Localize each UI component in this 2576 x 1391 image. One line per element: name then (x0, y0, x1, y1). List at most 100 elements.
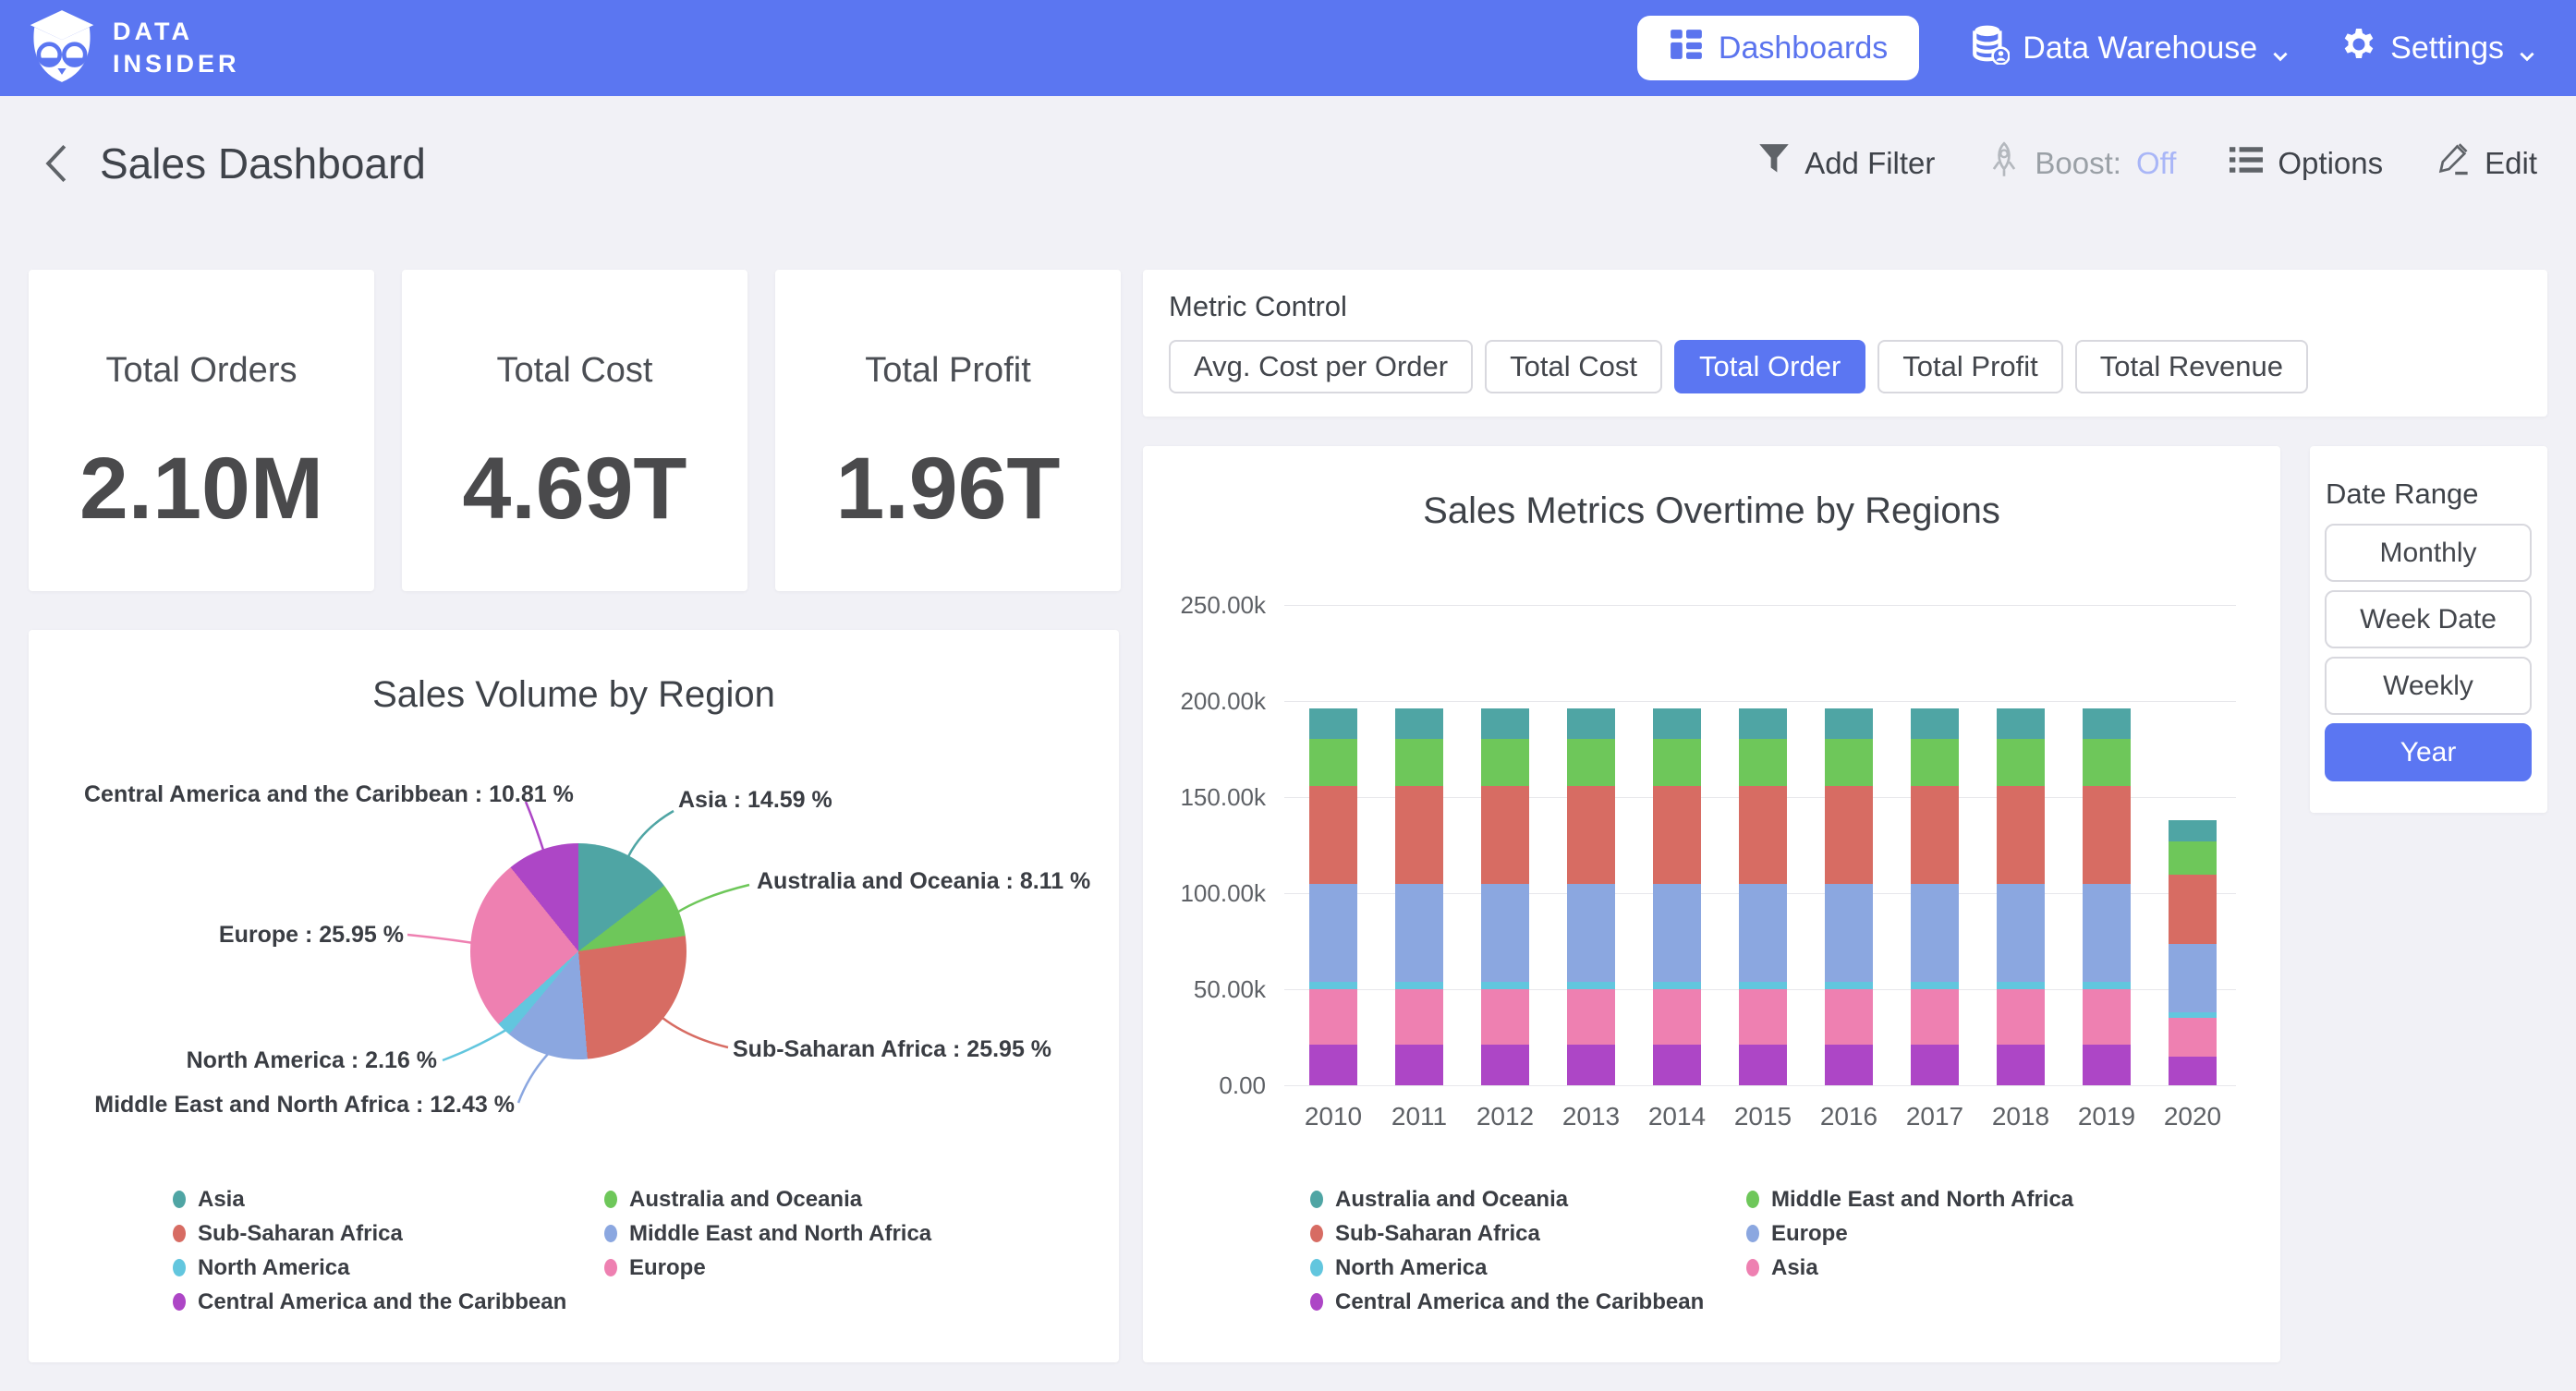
legend-item[interactable]: Australia and Oceania (604, 1182, 931, 1216)
legend-item[interactable]: Middle East and North Africa (1746, 1182, 2073, 1216)
kpi-card-total-cost: Total Cost 4.69T (402, 270, 747, 591)
y-axis-tick: 50.00k (1143, 975, 1266, 1004)
legend-item[interactable]: Sub-Saharan Africa (1310, 1216, 1704, 1251)
x-axis-tick: 2017 (1892, 1102, 1977, 1131)
bar-segment (1653, 786, 1701, 884)
bar-segment (1653, 708, 1701, 739)
legend-item[interactable]: Central America and the Caribbean (173, 1285, 566, 1319)
pie-chart-card: Sales Volume by Region Asia : 14.59 % Au… (29, 630, 1119, 1362)
edit-button[interactable]: Edit (2436, 142, 2537, 185)
bar-segment (1481, 989, 1529, 1044)
bar-segment (1309, 982, 1357, 990)
bar-chart-card: Sales Metrics Overtime by Regions 250.00… (1143, 446, 2280, 1362)
legend-item[interactable]: Asia (173, 1182, 566, 1216)
nav-dashboards[interactable]: Dashboards (1637, 16, 1919, 80)
list-icon (2230, 145, 2263, 182)
legend-item[interactable]: Europe (1746, 1216, 2073, 1251)
y-axis-tick: 250.00k (1143, 591, 1266, 620)
pie-chart (470, 843, 687, 1059)
kpi-card-total-orders: Total Orders 2.10M (29, 270, 374, 591)
bar-segment (1481, 708, 1529, 739)
metric-button-total-order[interactable]: Total Order (1674, 340, 1865, 393)
legend-item[interactable]: North America (173, 1251, 566, 1285)
boost-toggle[interactable]: Boost: Off (1988, 141, 2176, 186)
bar-segment (1395, 786, 1443, 884)
date-range-week-date[interactable]: Week Date (2325, 590, 2532, 648)
bar-segment (1825, 982, 1873, 990)
bar-segment (2083, 739, 2131, 786)
legend-item[interactable]: Middle East and North Africa (604, 1216, 931, 1251)
dashboard-grid-icon (1669, 27, 1704, 70)
chevron-left-icon (43, 143, 70, 184)
bar-chart-title: Sales Metrics Overtime by Regions (1143, 490, 2280, 532)
pie-label-australia-oceania: Australia and Oceania : 8.11 % (757, 868, 1090, 895)
legend-dot-icon (1746, 1191, 1759, 1208)
kpi-value: 1.96T (836, 439, 1061, 539)
pie-chart-title: Sales Volume by Region (29, 674, 1119, 716)
bar-segment (1567, 708, 1615, 739)
database-icon (1971, 24, 2010, 73)
nav-data-warehouse[interactable]: Data Warehouse (1971, 24, 2289, 73)
bar-segment (1653, 982, 1701, 990)
nav-settings[interactable]: Settings (2340, 26, 2535, 71)
kpi-label: Total Cost (497, 351, 653, 391)
bar-2018 (1997, 708, 2045, 1085)
legend-label: Australia and Oceania (1335, 1187, 1568, 1213)
metric-button-avg-cost-per-order[interactable]: Avg. Cost per Order (1169, 340, 1473, 393)
bar-segment (1309, 989, 1357, 1044)
bar-2019 (2083, 708, 2131, 1085)
bar-segment (1309, 884, 1357, 982)
pie-label-sub-saharan-africa: Sub-Saharan Africa : 25.95 % (733, 1036, 1051, 1063)
bar-segment (1825, 786, 1873, 884)
legend-item[interactable]: Asia (1746, 1251, 2073, 1285)
bar-segment (1997, 989, 2045, 1044)
bar-2012 (1481, 708, 1529, 1085)
bar-segment (2169, 820, 2217, 841)
bar-segment (1395, 982, 1443, 990)
bar-segment (1997, 884, 2045, 982)
bar-segment (1825, 708, 1873, 739)
x-axis-tick: 2018 (1978, 1102, 2063, 1131)
kpi-value: 2.10M (79, 439, 323, 539)
bar-segment (1481, 884, 1529, 982)
legend-item[interactable]: North America (1310, 1251, 1704, 1285)
bar-2017 (1911, 708, 1959, 1085)
kpi-value: 4.69T (463, 439, 687, 539)
legend-dot-icon (604, 1191, 617, 1208)
bar-segment (1739, 982, 1787, 990)
legend-item[interactable]: Australia and Oceania (1310, 1182, 1704, 1216)
date-range-weekly[interactable]: Weekly (2325, 657, 2532, 715)
bar-segment (1739, 739, 1787, 786)
bar-segment (1395, 884, 1443, 982)
bar-segment (1911, 884, 1959, 982)
back-button[interactable] (35, 142, 78, 185)
legend-item[interactable]: Central America and the Caribbean (1310, 1285, 1704, 1319)
legend-label: Europe (1771, 1221, 1848, 1247)
y-axis-tick: 200.00k (1143, 687, 1266, 716)
bar-segment (1997, 982, 2045, 990)
add-filter-button[interactable]: Add Filter (1758, 143, 1935, 184)
metric-button-total-profit[interactable]: Total Profit (1877, 340, 2062, 393)
legend-item[interactable]: Sub-Saharan Africa (173, 1216, 566, 1251)
chevron-down-icon (2517, 39, 2535, 57)
metric-button-total-revenue[interactable]: Total Revenue (2075, 340, 2308, 393)
x-axis-tick: 2015 (1720, 1102, 1805, 1131)
bar-segment (1739, 884, 1787, 982)
pie-label-middle-east-north-africa: Middle East and North Africa : 12.43 % (84, 1092, 515, 1119)
metric-control-label: Metric Control (1169, 290, 1347, 323)
date-range-year[interactable]: Year (2325, 723, 2532, 781)
bar-segment (1911, 786, 1959, 884)
bar-2020 (2169, 820, 2217, 1085)
bar-segment (1911, 708, 1959, 739)
legend-label: Europe (629, 1255, 706, 1281)
brand-logo[interactable]: DATAINSIDER (28, 9, 240, 88)
metric-button-total-cost[interactable]: Total Cost (1485, 340, 1662, 393)
legend-label: Sub-Saharan Africa (198, 1221, 403, 1247)
legend-dot-icon (1746, 1259, 1759, 1276)
page-title: Sales Dashboard (100, 139, 426, 188)
legend-item[interactable]: Europe (604, 1251, 931, 1285)
date-range-monthly[interactable]: Monthly (2325, 524, 2532, 582)
options-button[interactable]: Options (2230, 145, 2383, 182)
legend-label: Sub-Saharan Africa (1335, 1221, 1540, 1247)
bar-segment (2169, 841, 2217, 875)
